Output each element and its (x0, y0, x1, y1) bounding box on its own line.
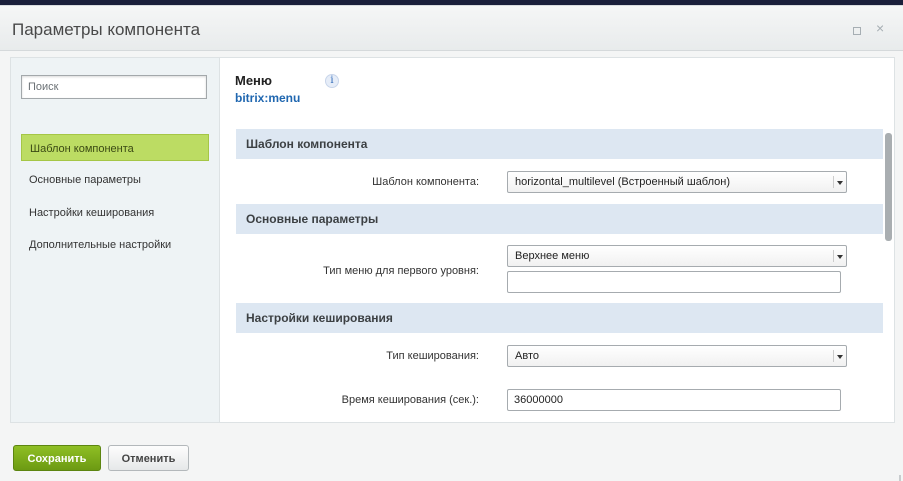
sidebar-item-main-params[interactable]: Основные параметры (21, 166, 209, 193)
cache-time-input[interactable] (507, 389, 841, 411)
dialog-title: Параметры компонента (12, 20, 201, 39)
sidebar-item-cache-settings[interactable]: Настройки кеширования (21, 199, 209, 226)
scrollbar-thumb[interactable] (885, 133, 892, 241)
chevron-down-icon (833, 350, 843, 362)
sidebar-item-extra-settings[interactable]: Дополнительные настройки (21, 231, 209, 258)
sidebar-item-label: Основные параметры (29, 174, 141, 186)
cache-type-select[interactable]: Авто (507, 345, 847, 367)
field-label-menu-type: Тип меню для первого уровня: (323, 265, 479, 277)
cancel-button[interactable]: Отменить (108, 445, 189, 471)
component-name: Меню (235, 73, 273, 88)
component-params-dialog: Параметры компонента × Шаблон компонента… (0, 5, 903, 481)
resize-handle[interactable] (891, 475, 901, 481)
maximize-icon[interactable] (853, 27, 861, 35)
sidebar: Шаблон компонента Основные параметры Нас… (11, 58, 220, 422)
sidebar-item-label: Настройки кеширования (29, 207, 155, 219)
section-header-cache[interactable]: Настройки кеширования (236, 303, 883, 333)
select-value: Авто (515, 350, 539, 362)
dialog-titlebar[interactable]: Параметры компонента × (0, 6, 903, 51)
sidebar-item-label: Дополнительные настройки (29, 239, 172, 251)
field-label-cache-type: Тип кеширования: (386, 350, 479, 362)
dialog-footer: Сохранить Отменить (0, 426, 903, 481)
sidebar-item-label: Шаблон компонента (30, 143, 134, 155)
section-header-main-params[interactable]: Основные параметры (236, 204, 883, 234)
component-code[interactable]: bitrix:menu (235, 91, 300, 105)
section-header-template[interactable]: Шаблон компонента (236, 129, 883, 159)
menu-type-select[interactable]: Верхнее меню (507, 245, 847, 267)
menu-type-custom-input[interactable] (507, 271, 841, 293)
info-icon[interactable]: i (325, 74, 339, 88)
template-select[interactable]: horizontal_multilevel (Встроенный шаблон… (507, 171, 847, 193)
search-input[interactable] (21, 75, 207, 99)
chevron-down-icon (833, 176, 843, 188)
field-label-template: Шаблон компонента: (372, 176, 479, 188)
scrollbar[interactable] (885, 133, 892, 422)
sidebar-item-template[interactable]: Шаблон компонента (21, 134, 209, 161)
chevron-down-icon (833, 250, 843, 262)
field-label-cache-time: Время кеширования (сек.): (341, 394, 479, 406)
select-value: Верхнее меню (515, 250, 590, 262)
save-button[interactable]: Сохранить (13, 445, 101, 471)
params-panel: Меню i bitrix:menu Шаблон компонента Шаб… (221, 58, 894, 422)
close-icon[interactable]: × (876, 21, 884, 35)
dialog-content: Шаблон компонента Основные параметры Нас… (10, 57, 895, 423)
select-value: horizontal_multilevel (Встроенный шаблон… (515, 176, 731, 188)
